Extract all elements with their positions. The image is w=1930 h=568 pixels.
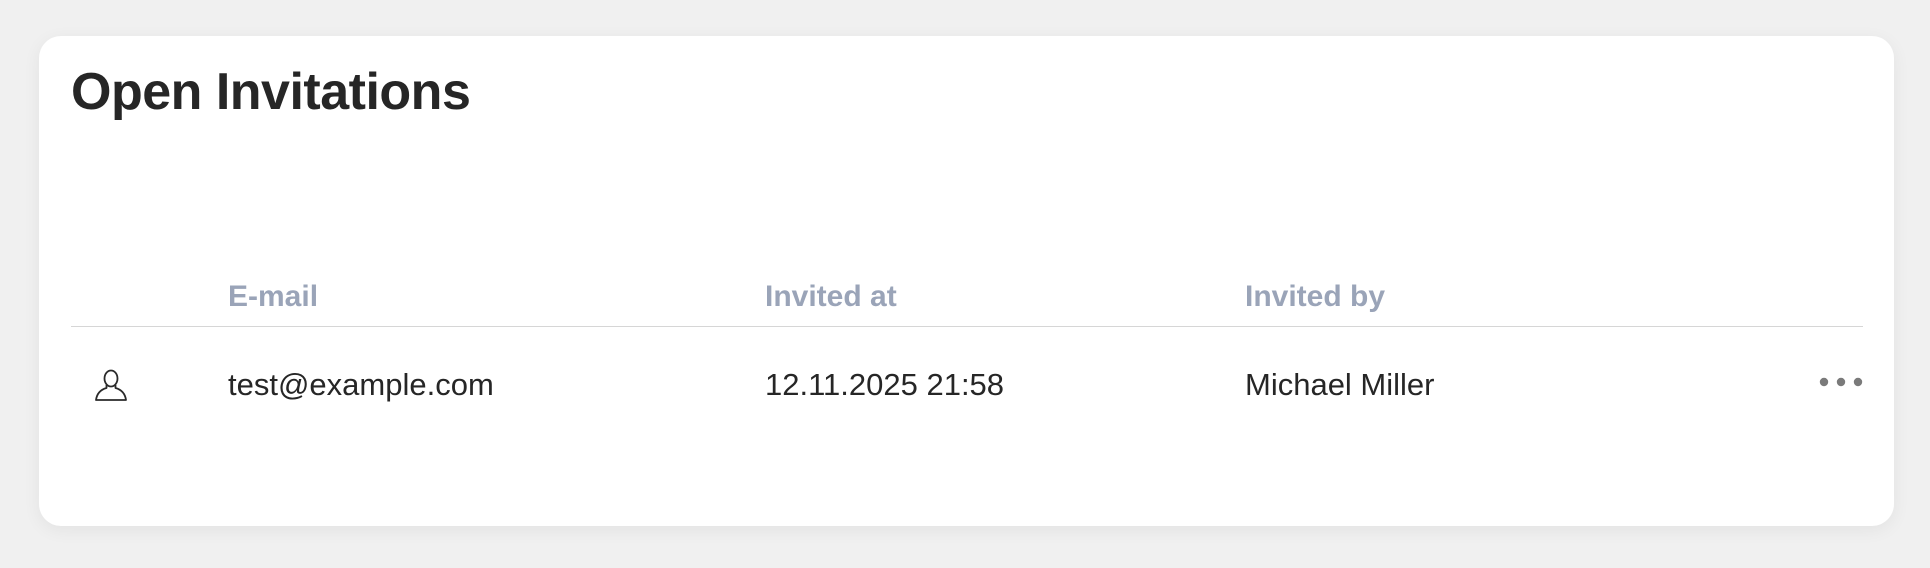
invitation-date: 12.11.2025 21:58 <box>765 367 1005 402</box>
column-header-invited-by: Invited by <box>1245 280 1386 313</box>
invitation-email: test@example.com <box>228 367 494 402</box>
invitations-table: E-mail Invited at Invited by test@exampl… <box>71 276 1863 447</box>
table-row: test@example.com 12.11.2025 21:58 Michae… <box>71 327 1863 447</box>
column-header-email: E-mail <box>228 280 319 313</box>
row-actions-button[interactable] <box>1811 367 1871 397</box>
table-header: E-mail Invited at Invited by <box>71 276 1863 327</box>
invitation-inviter: Michael Miller <box>1245 367 1435 402</box>
more-horizontal-icon <box>1819 377 1863 387</box>
column-header-invited-at: Invited at <box>765 280 897 313</box>
user-icon <box>93 367 129 403</box>
page-title: Open Invitations <box>71 63 471 121</box>
invitations-card: Open Invitations E-mail Invited at Invit… <box>39 36 1894 526</box>
